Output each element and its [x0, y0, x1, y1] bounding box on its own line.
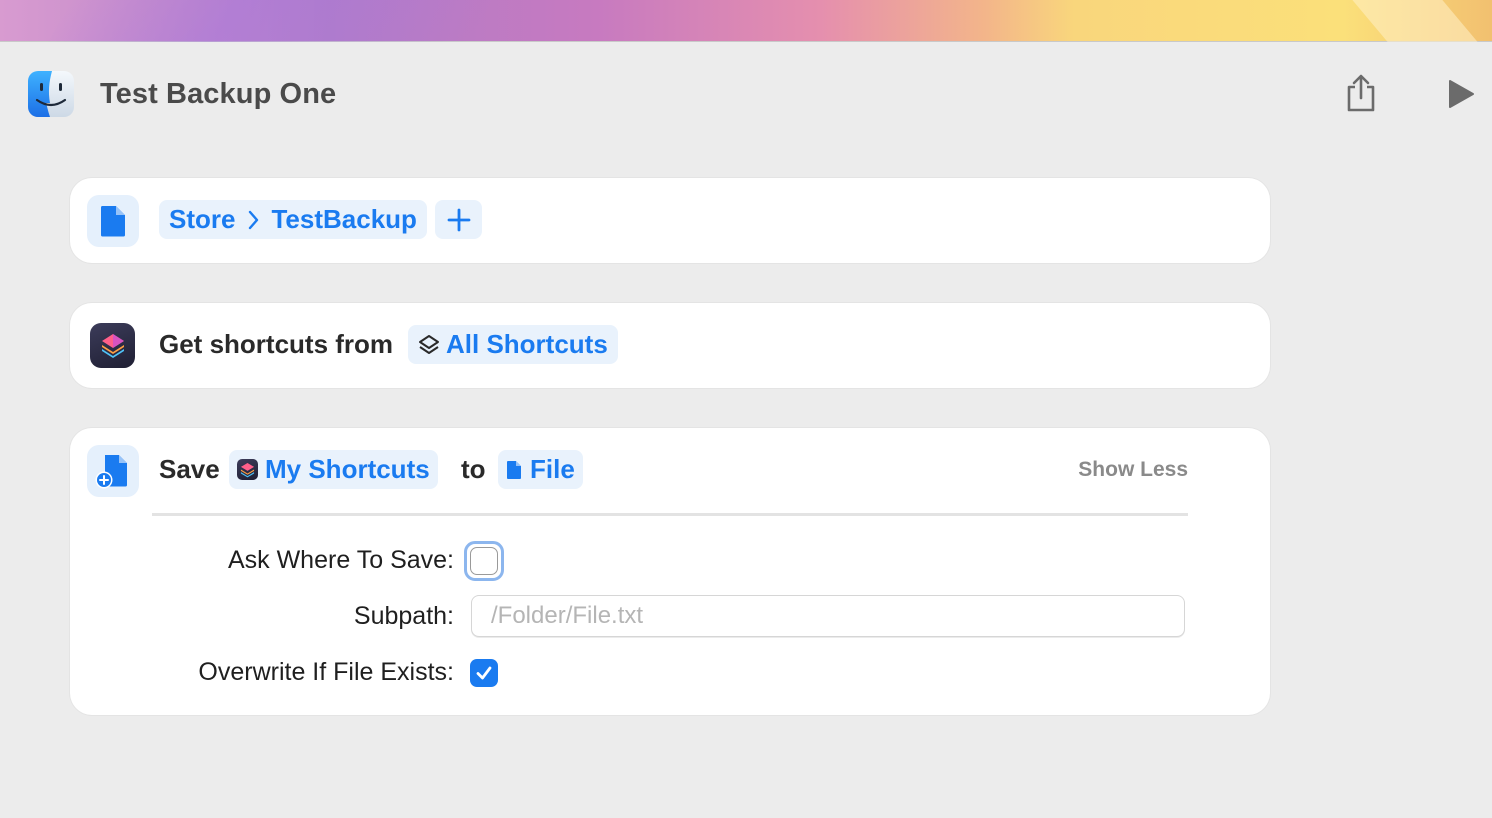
share-button[interactable]: [1340, 70, 1382, 116]
document-icon: [87, 195, 139, 247]
path-segment: TestBackup: [271, 204, 417, 234]
action-verb: Save: [159, 454, 220, 484]
ask-where-to-save-label: Ask Where To Save:: [227, 546, 454, 574]
get-shortcuts-action-card[interactable]: Get shortcuts from All Shortcuts: [70, 303, 1270, 388]
connector-label: to: [461, 454, 486, 484]
source-label: All Shortcuts: [446, 329, 608, 359]
shortcut-source-token[interactable]: All Shortcuts: [408, 325, 618, 364]
wallpaper-band: [1352, 0, 1478, 42]
plus-icon: [447, 208, 470, 231]
divider: [152, 513, 1188, 516]
play-icon: [1449, 80, 1474, 108]
subpath-input[interactable]: [471, 595, 1185, 637]
layers-icon: [419, 334, 439, 354]
window-title: Test Backup One: [100, 78, 337, 110]
overwrite-label: Overwrite If File Exists:: [198, 658, 454, 686]
finder-icon: [27, 70, 75, 118]
share-icon: [1347, 74, 1375, 112]
checkmark-icon: [476, 666, 492, 680]
save-file-action-card[interactable]: Save My Shortcuts to File Show Less Ask …: [70, 428, 1270, 715]
subpath-label: Subpath:: [353, 602, 454, 630]
overwrite-checkbox[interactable]: [470, 659, 498, 687]
add-path-button[interactable]: [435, 200, 482, 239]
target-label: File: [530, 454, 575, 484]
chevron-right-icon: [249, 210, 259, 229]
action-label: Get shortcuts from: [159, 329, 394, 359]
input-variable-label: My Shortcuts: [265, 454, 430, 484]
wallpaper-band: [47, 0, 493, 42]
ask-where-to-save-checkbox[interactable]: [464, 541, 504, 581]
save-file-icon: [87, 445, 139, 497]
shortcuts-app-icon: [237, 459, 258, 480]
file-path-token[interactable]: Store TestBackup: [159, 200, 427, 239]
desktop-wallpaper: [0, 0, 1492, 42]
run-button[interactable]: [1440, 74, 1480, 114]
show-less-button[interactable]: Show Less: [1078, 458, 1188, 482]
shortcuts-app-icon: [90, 323, 135, 368]
target-file-token[interactable]: File: [498, 450, 583, 489]
input-variable-token[interactable]: My Shortcuts: [229, 450, 438, 489]
file-action-card[interactable]: Store TestBackup: [70, 178, 1270, 263]
path-segment: Store: [169, 204, 236, 234]
document-icon: [507, 460, 521, 479]
checkbox-box: [470, 547, 498, 575]
